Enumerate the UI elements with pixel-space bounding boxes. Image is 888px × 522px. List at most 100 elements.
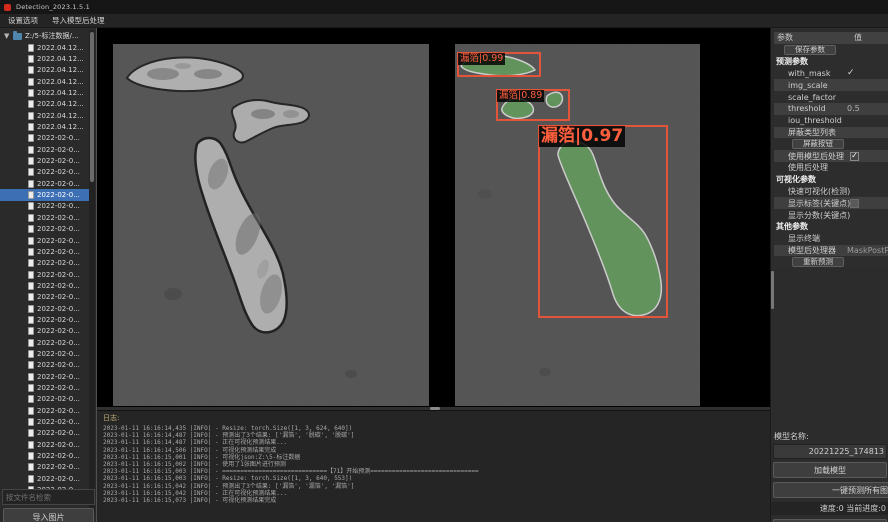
param-section-header: 其他参数 xyxy=(774,221,888,233)
log-title: 日志: xyxy=(103,413,770,423)
checkbox[interactable] xyxy=(850,199,859,208)
tree-item[interactable]: 2022-02-0... xyxy=(0,450,89,461)
tree-item-label: 2022-02-0... xyxy=(37,350,80,358)
param-row[interactable]: with_mask✓ xyxy=(774,68,888,80)
param-action-button[interactable]: 重新预测 xyxy=(792,257,844,267)
tree-item[interactable]: 2022-02-0... xyxy=(0,326,89,337)
tree-root[interactable]: ▼ Z:/5-标注数据/... xyxy=(0,30,89,42)
folder-icon xyxy=(13,33,22,40)
original-image-view[interactable] xyxy=(113,44,429,406)
param-label: 可视化参数 xyxy=(774,174,888,185)
tree-item[interactable]: 2022.04.12... xyxy=(0,121,89,132)
checkbox[interactable]: ✓ xyxy=(850,152,859,161)
tree-item[interactable]: 2022-02-0... xyxy=(0,201,89,212)
tree-item[interactable]: 2022-02-0... xyxy=(0,428,89,439)
file-icon xyxy=(28,78,34,86)
tree-item[interactable]: 2022-02-0... xyxy=(0,292,89,303)
tree-item[interactable]: 2022-02-0... xyxy=(0,167,89,178)
param-section-header: 预测参数 xyxy=(774,56,888,68)
tree-item[interactable]: 2022-02-0... xyxy=(0,212,89,223)
tree-item[interactable]: 2022-02-0... xyxy=(0,439,89,450)
tree-item[interactable]: 2022-02-0... xyxy=(0,155,89,166)
file-icon xyxy=(28,123,34,131)
tree-item[interactable]: 2022-02-0... xyxy=(0,394,89,405)
tree-item[interactable]: 2022.04.12... xyxy=(0,76,89,87)
tree-item[interactable]: 2022.04.12... xyxy=(0,65,89,76)
log-line: 2023-01-11 16:16:15,003 |INFO| - =======… xyxy=(103,468,770,475)
load-model-button[interactable]: 加载模型 xyxy=(773,462,887,478)
param-row[interactable]: iou_threshold xyxy=(774,115,888,127)
param-row[interactable]: 使用后处理 xyxy=(774,162,888,174)
tree-item[interactable]: 2022.04.12... xyxy=(0,99,89,110)
param-row[interactable]: img_scale xyxy=(774,79,888,91)
checkmark-icon[interactable]: ✓ xyxy=(847,68,888,78)
tree-item[interactable]: 2022-02-0... xyxy=(0,189,89,200)
file-icon xyxy=(28,180,34,188)
tree-scrollbar-handle[interactable] xyxy=(90,32,94,182)
log-panel[interactable]: 日志: 2023-01-11 16:16:14,435 |INFO| - Res… xyxy=(97,410,770,522)
tree-item[interactable]: 2022-02-0... xyxy=(0,224,89,235)
tree-item[interactable]: 2022-02-0... xyxy=(0,178,89,189)
tree-item[interactable]: 2022.04.12... xyxy=(0,42,89,53)
model-name-field[interactable]: 20221225_174813 xyxy=(773,444,887,459)
prediction-image-view[interactable]: 漏箔|0.99 漏箔|0.89 漏箔|0.97 xyxy=(455,44,700,406)
param-column-header: 参数 xyxy=(774,32,854,44)
original-image xyxy=(113,44,429,406)
tree-item[interactable]: 2022-02-0... xyxy=(0,280,89,291)
menu-import-postprocess[interactable]: 导入模型后处理 xyxy=(52,15,105,26)
tree-item[interactable]: 2022-02-0... xyxy=(0,269,89,280)
tree-item[interactable]: 2022-02-0... xyxy=(0,246,89,257)
param-value[interactable]: MaskPostPro xyxy=(847,246,888,255)
tree-item-label: 2022.04.12... xyxy=(37,100,84,108)
param-row[interactable]: 屏蔽类型列表 xyxy=(774,127,888,139)
tree-item[interactable]: 2022-02-0... xyxy=(0,337,89,348)
search-input[interactable] xyxy=(2,489,95,505)
param-row: 重新预测 xyxy=(774,256,888,268)
tree-item[interactable]: 2022-02-0... xyxy=(0,258,89,269)
import-images-button[interactable]: 导入图片 xyxy=(3,508,94,522)
param-action-button[interactable]: 保存参数 xyxy=(784,45,836,55)
tree-item[interactable]: 2022-02-0... xyxy=(0,371,89,382)
param-row[interactable]: 显示分数(关键点) xyxy=(774,209,888,221)
param-label: 屏蔽类型列表 xyxy=(774,127,888,138)
tree-scrollbar[interactable] xyxy=(89,30,95,514)
tree-item[interactable]: 2022-02-0... xyxy=(0,235,89,246)
file-icon xyxy=(28,293,34,301)
param-row[interactable]: 快速可视化(检测) xyxy=(774,186,888,198)
tree-item[interactable]: 2022-02-0... xyxy=(0,462,89,473)
tree-item[interactable]: 2022-02-0... xyxy=(0,416,89,427)
tree-item[interactable]: 2022-02-0... xyxy=(0,382,89,393)
file-icon xyxy=(28,361,34,369)
predict-all-button[interactable]: 一键预测所有图片 xyxy=(773,482,888,498)
tree-item-label: 2022-02-0... xyxy=(37,168,80,176)
tree-item[interactable]: 2022-02-0... xyxy=(0,360,89,371)
param-row[interactable]: scale_factor xyxy=(774,91,888,103)
model-section: 模型名称: 20221225_174813 加载模型 一键预测所有图片 速度:0… xyxy=(771,428,888,522)
expand-arrow-icon[interactable]: ▼ xyxy=(4,32,10,40)
file-icon xyxy=(28,384,34,392)
app-icon xyxy=(4,4,11,11)
param-label: 使用后处理 xyxy=(774,162,888,173)
tree-item[interactable]: 2022-02-0... xyxy=(0,348,89,359)
param-row[interactable]: threshold0.5 xyxy=(774,103,888,115)
param-row[interactable]: 使用模型后处理✓ xyxy=(774,150,888,162)
param-row[interactable]: 显示终端 xyxy=(774,233,888,245)
panel-scrollbar-handle[interactable] xyxy=(771,271,774,309)
tree-item[interactable]: 2022-02-0... xyxy=(0,303,89,314)
tree-item[interactable]: 2022-02-0... xyxy=(0,144,89,155)
param-table-header: 参数 值 xyxy=(774,32,888,44)
menu-settings[interactable]: 设置选项 xyxy=(8,15,38,26)
param-action-button[interactable]: 屏蔽按钮 xyxy=(792,139,844,149)
tree-item[interactable]: 2022-02-0... xyxy=(0,473,89,484)
tree-item-label: 2022.04.12... xyxy=(37,112,84,120)
param-row[interactable]: 模型后处理器MaskPostPro xyxy=(774,245,888,257)
tree-item[interactable]: 2022.04.12... xyxy=(0,53,89,64)
tree-item[interactable]: 2022-02-0... xyxy=(0,133,89,144)
tree-item[interactable]: 2022-02-0... xyxy=(0,314,89,325)
param-value[interactable]: 0.5 xyxy=(847,104,888,113)
param-row[interactable]: 显示标签(关键点) xyxy=(774,197,888,209)
tree-item[interactable]: 2022.04.12... xyxy=(0,110,89,121)
tree-item[interactable]: 2022-02-0... xyxy=(0,405,89,416)
file-icon xyxy=(28,225,34,233)
tree-item[interactable]: 2022.04.12... xyxy=(0,87,89,98)
